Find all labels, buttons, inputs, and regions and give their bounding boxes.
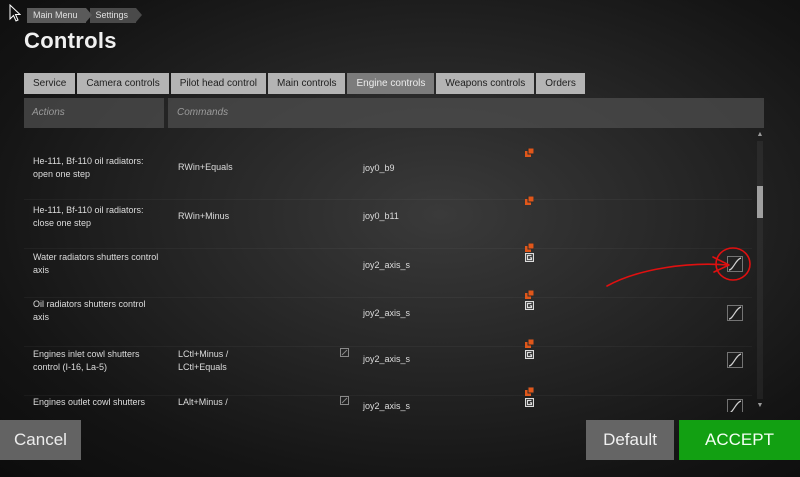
tab-pilot-head-control[interactable]: Pilot head control	[170, 73, 266, 94]
command-binding-1[interactable]: RWin+Minus	[178, 210, 229, 223]
cancel-button[interactable]: Cancel	[0, 420, 81, 460]
command-binding-2[interactable]: joy2_axis_s	[363, 260, 410, 270]
column-header-actions: Actions	[32, 107, 65, 118]
table-row[interactable]: Engines outlet cowl shutters LAlt+Minus …	[24, 385, 752, 412]
device-icon	[525, 387, 534, 396]
tab-service[interactable]: Service	[24, 73, 76, 94]
column-header-commands: Commands	[177, 107, 229, 118]
tab-camera-controls[interactable]: Camera controls	[77, 73, 169, 94]
column-divider	[164, 98, 168, 128]
default-button[interactable]: Default	[586, 420, 674, 460]
scroll-track[interactable]	[757, 141, 763, 399]
curve-icon[interactable]	[727, 305, 743, 321]
action-label: Oil radiators shutters control axis	[33, 299, 146, 322]
gamepad-icon	[525, 398, 534, 407]
command-binding-2[interactable]: joy2_axis_s	[363, 354, 410, 364]
command-binding-2[interactable]: joy0_b11	[363, 211, 399, 221]
edit-icon[interactable]	[340, 348, 349, 357]
command-binding-2[interactable]: joy0_b9	[363, 163, 395, 173]
command-binding-1[interactable]: LCtl+Minus / LCtl+Equals	[178, 348, 258, 374]
tab-orders[interactable]: Orders	[536, 73, 585, 94]
scroll-thumb[interactable]	[757, 186, 763, 218]
device-icon	[525, 196, 534, 205]
device-icon	[525, 243, 534, 252]
breadcrumb-settings[interactable]: Settings	[89, 8, 142, 23]
curve-icon[interactable]	[727, 256, 743, 272]
action-label: He-111, Bf-110 oil radiators: close one …	[33, 205, 144, 228]
gamepad-icon	[525, 253, 534, 262]
action-label: Engines outlet cowl shutters	[33, 397, 146, 407]
action-label: Water radiators shutters control axis	[33, 252, 159, 275]
tab-engine-controls[interactable]: Engine controls	[347, 73, 435, 94]
table-header: Actions Commands	[24, 98, 764, 128]
gamepad-icon	[525, 301, 534, 310]
command-binding-2[interactable]: joy2_axis_s	[363, 308, 410, 318]
curve-icon[interactable]	[727, 352, 743, 368]
edit-icon[interactable]	[340, 396, 349, 405]
action-label: Engines inlet cowl shutters control (I-1…	[33, 349, 140, 372]
scroll-up-icon[interactable]: ▲	[756, 131, 764, 139]
device-icon	[525, 339, 534, 348]
tab-bar: Service Camera controls Pilot head contr…	[24, 73, 587, 94]
breadcrumb: Main Menu Settings	[27, 8, 142, 23]
page-title: Controls	[24, 28, 117, 53]
scroll-down-icon[interactable]: ▼	[756, 402, 764, 410]
mouse-cursor-icon	[9, 4, 21, 22]
device-icon	[525, 290, 534, 299]
curve-icon[interactable]	[727, 399, 743, 412]
breadcrumb-main-menu[interactable]: Main Menu	[27, 8, 92, 23]
command-binding-1[interactable]: RWin+Equals	[178, 161, 233, 174]
scrollbar[interactable]: ▲ ▼	[756, 131, 764, 411]
gamepad-icon	[525, 350, 534, 359]
tab-weapons-controls[interactable]: Weapons controls	[436, 73, 535, 94]
bindings-list: He-111, Bf-110 oil radiators: open one s…	[24, 140, 752, 412]
tab-main-controls[interactable]: Main controls	[268, 73, 346, 94]
command-binding-2[interactable]: joy2_axis_s	[363, 401, 410, 411]
command-binding-1[interactable]: LAlt+Minus /	[178, 396, 228, 409]
accept-button[interactable]: ACCEPT	[679, 420, 800, 460]
action-label: He-111, Bf-110 oil radiators: open one s…	[33, 156, 144, 179]
device-icon	[525, 148, 534, 157]
